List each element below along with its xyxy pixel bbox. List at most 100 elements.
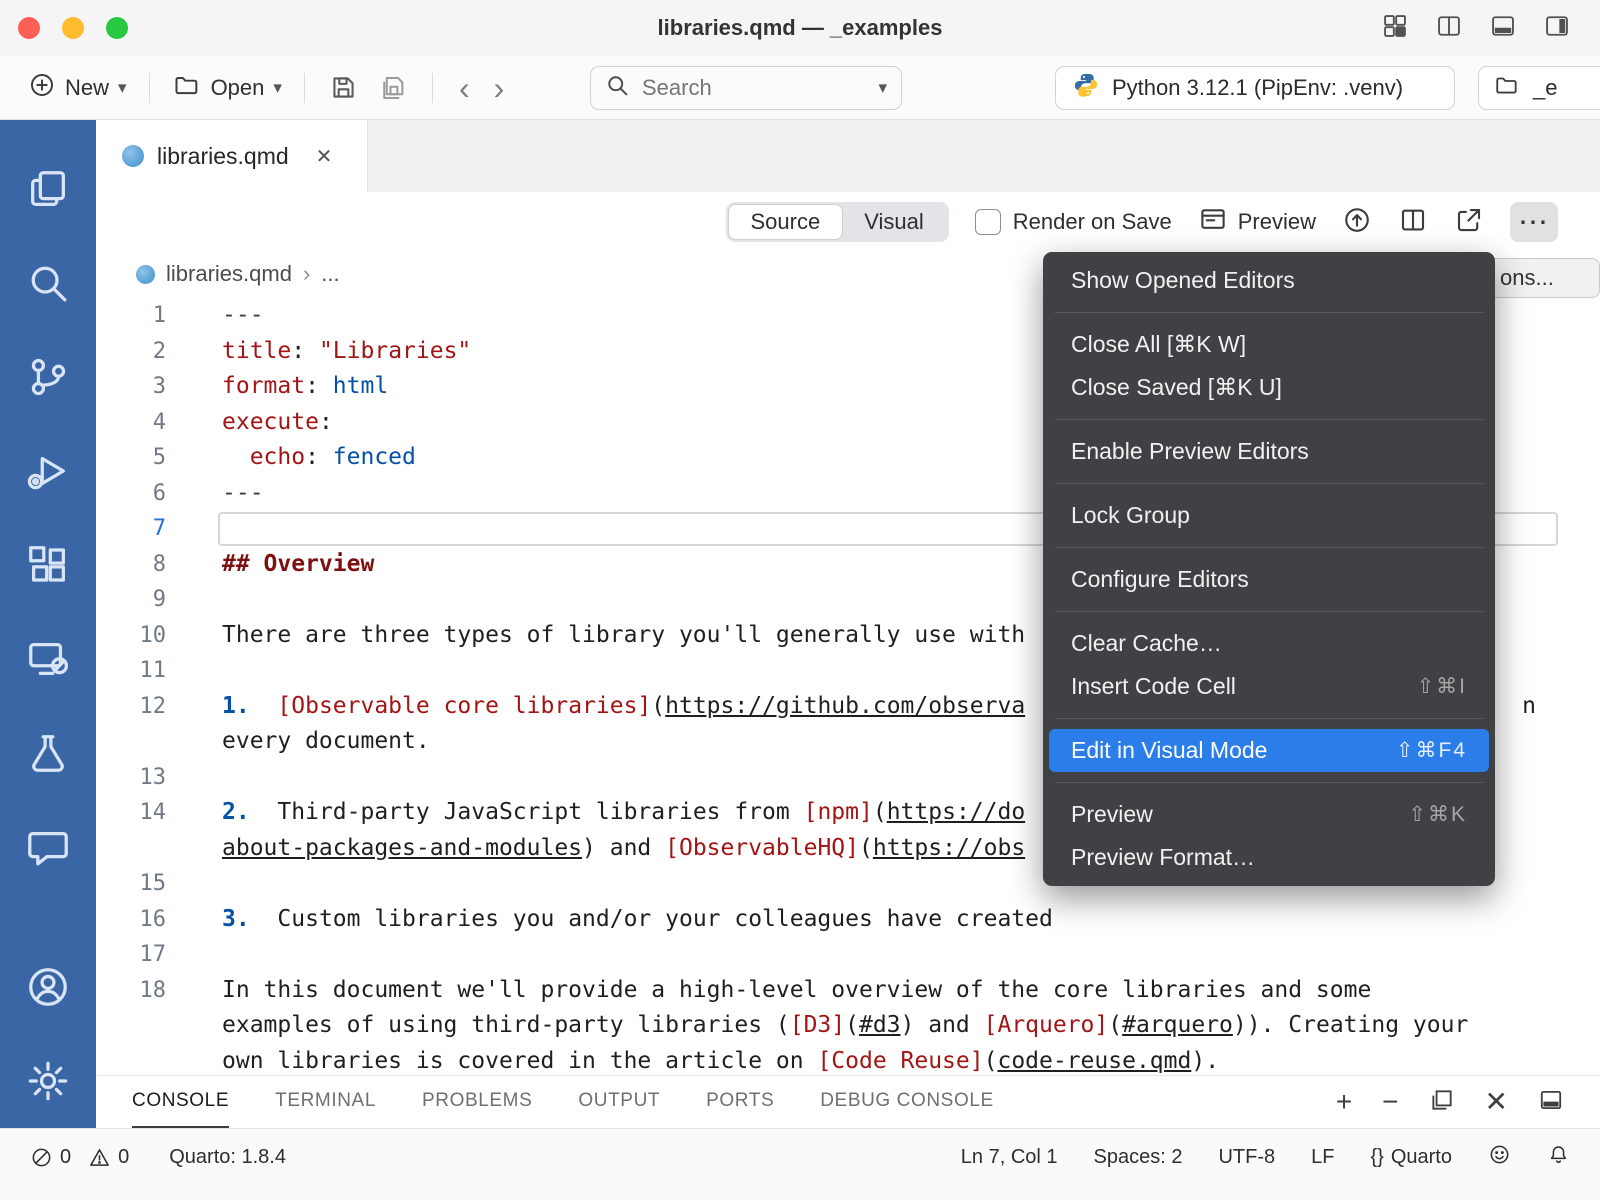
menu-item-label: Edit in Visual Mode (1071, 737, 1267, 764)
more-actions-button[interactable]: ⋯ (1510, 202, 1558, 242)
code-row[interactable]: 18In this document we'll provide a high-… (96, 973, 1600, 1009)
open-button[interactable]: Open ▾ (164, 65, 290, 111)
navigate-forward-icon[interactable]: › (494, 72, 505, 104)
panel-close-icon[interactable]: ✕ (1485, 1088, 1508, 1116)
menu-item-shortcut: ⇧⌘F4 (1396, 738, 1467, 763)
menu-item-preview-format[interactable]: Preview Format… (1049, 836, 1489, 879)
line-number (96, 1044, 196, 1076)
close-tab-icon[interactable]: ✕ (316, 144, 333, 169)
code-token: code-reuse.qmd (997, 1048, 1191, 1074)
source-mode-button[interactable]: Source (729, 205, 843, 239)
code-row[interactable]: examples of using third-party libraries … (96, 1008, 1600, 1044)
monitor-icon (25, 636, 71, 682)
tab-libraries-qmd[interactable]: libraries.qmd ✕ (96, 120, 368, 192)
cursor-position-status[interactable]: Ln 7, Col 1 (961, 1146, 1058, 1169)
menu-item-configure-editors[interactable]: Configure Editors (1049, 558, 1489, 601)
menu-item-insert-code-cell[interactable]: Insert Code Cell ⇧⌘I (1049, 665, 1489, 708)
panel-layout-icon[interactable] (1538, 1087, 1564, 1118)
smiley-icon (1488, 1143, 1511, 1166)
menu-separator (1055, 312, 1483, 313)
menu-item-label: Lock Group (1071, 502, 1190, 529)
breadcrumb-symbol[interactable]: ... (321, 261, 339, 287)
problems-status[interactable]: 0 0 (30, 1146, 129, 1169)
preview-button[interactable]: Preview (1198, 204, 1316, 240)
language-mode-status[interactable]: {} Quarto (1370, 1146, 1452, 1169)
line-number: 7 (96, 511, 196, 547)
code-line-text (196, 937, 1600, 973)
breadcrumb-file[interactable]: libraries.qmd (166, 261, 292, 287)
visual-mode-button[interactable]: Visual (842, 205, 946, 239)
interpreter-label: Python 3.12.1 (PipEnv: .venv) (1112, 75, 1403, 101)
menu-item-preview[interactable]: Preview⇧⌘K (1049, 793, 1489, 836)
menu-item-shortcut: ⇧⌘I (1417, 674, 1467, 699)
render-on-save-option[interactable]: Render on Save (975, 209, 1172, 235)
panel-restore-icon[interactable] (1429, 1087, 1455, 1118)
panel-tab-terminal[interactable]: TERMINAL (275, 1076, 376, 1128)
customize-layout-icon[interactable] (1380, 12, 1410, 45)
panel-tab-ports[interactable]: PORTS (706, 1076, 774, 1128)
menu-item-close-saved-k-u[interactable]: Close Saved [⌘K U] (1049, 366, 1489, 409)
sidebar-item-connections[interactable] (0, 612, 96, 706)
sidebar-item-chat[interactable] (0, 800, 96, 894)
toggle-panel-icon[interactable] (1488, 12, 1518, 45)
code-token: #d3 (859, 1012, 901, 1038)
panel-tab-debug-console[interactable]: DEBUG CONSOLE (820, 1076, 994, 1128)
split-editor-layout-icon[interactable] (1434, 12, 1464, 45)
workspace-button[interactable]: _e (1478, 66, 1600, 110)
menu-item-clear-cache[interactable]: Clear Cache… (1049, 622, 1489, 665)
panel-plus-icon[interactable]: + (1336, 1088, 1352, 1116)
code-token: https://github.com/observa (665, 693, 1025, 719)
panel-tab-problems[interactable]: PROBLEMS (422, 1076, 532, 1128)
sidebar-item-run-debug[interactable] (0, 424, 96, 518)
menu-item-label: Insert Code Cell (1071, 673, 1236, 700)
panel-tab-output[interactable]: OUTPUT (578, 1076, 660, 1128)
menu-item-enable-preview-editors[interactable]: Enable Preview Editors (1049, 430, 1489, 473)
quarto-version-status[interactable]: Quarto: 1.8.4 (169, 1146, 286, 1169)
search-box[interactable]: ▾ (590, 66, 902, 110)
save-all-icon[interactable] (378, 73, 408, 103)
open-external-icon[interactable] (1454, 205, 1484, 240)
new-button-label: New (65, 75, 109, 101)
code-token: 2. (222, 799, 250, 825)
code-row[interactable]: 163. Custom libraries you and/or your co… (96, 902, 1600, 938)
sidebar-item-extensions[interactable] (0, 518, 96, 612)
render-on-save-checkbox[interactable] (975, 209, 1001, 235)
render-publish-icon[interactable] (1342, 205, 1372, 240)
menu-item-lock-group[interactable]: Lock Group (1049, 494, 1489, 537)
titlebar: libraries.qmd — _examples (0, 0, 1600, 56)
search-icon (25, 260, 71, 306)
code-row[interactable]: own libraries is covered in the article … (96, 1044, 1600, 1076)
settings-button[interactable] (0, 1034, 96, 1128)
navigate-back-icon[interactable]: ‹ (459, 72, 470, 104)
account-button[interactable] (0, 940, 96, 1034)
more-actions-tooltip-remnant: ons... (1492, 258, 1600, 298)
save-icon[interactable] (329, 73, 358, 102)
notifications-button[interactable] (1547, 1143, 1570, 1172)
search-input[interactable] (640, 74, 840, 102)
quarto-file-icon (136, 265, 155, 284)
menu-item-label: Configure Editors (1071, 566, 1249, 593)
panel-tab-console[interactable]: CONSOLE (132, 1076, 229, 1128)
code-token: format (222, 373, 305, 399)
sidebar-item-search[interactable] (0, 236, 96, 330)
interpreter-selector[interactable]: Python 3.12.1 (PipEnv: .venv) (1055, 66, 1455, 110)
eol-status[interactable]: LF (1311, 1146, 1334, 1169)
line-number: 5 (96, 440, 196, 476)
menu-item-show-opened-editors[interactable]: Show Opened Editors (1049, 259, 1489, 302)
encoding-status[interactable]: UTF-8 (1218, 1146, 1275, 1169)
toggle-secondary-sidebar-icon[interactable] (1542, 12, 1572, 45)
feedback-button[interactable] (1488, 1143, 1511, 1172)
indentation-status[interactable]: Spaces: 2 (1094, 1146, 1183, 1169)
panel-minimize-icon[interactable]: − (1382, 1088, 1398, 1116)
line-number: 6 (96, 476, 196, 512)
split-editor-icon[interactable] (1398, 205, 1428, 240)
new-button[interactable]: New ▾ (20, 65, 135, 111)
menu-item-edit-in-visual-mode[interactable]: Edit in Visual Mode ⇧⌘F4 (1049, 729, 1489, 772)
code-token (222, 444, 250, 470)
code-row[interactable]: 17 (96, 937, 1600, 973)
sidebar-item-source-control[interactable] (0, 330, 96, 424)
code-token: ( (873, 799, 887, 825)
menu-item-close-all-k-w[interactable]: Close All [⌘K W] (1049, 323, 1489, 366)
sidebar-item-testing[interactable] (0, 706, 96, 800)
sidebar-item-explorer[interactable] (0, 142, 96, 236)
